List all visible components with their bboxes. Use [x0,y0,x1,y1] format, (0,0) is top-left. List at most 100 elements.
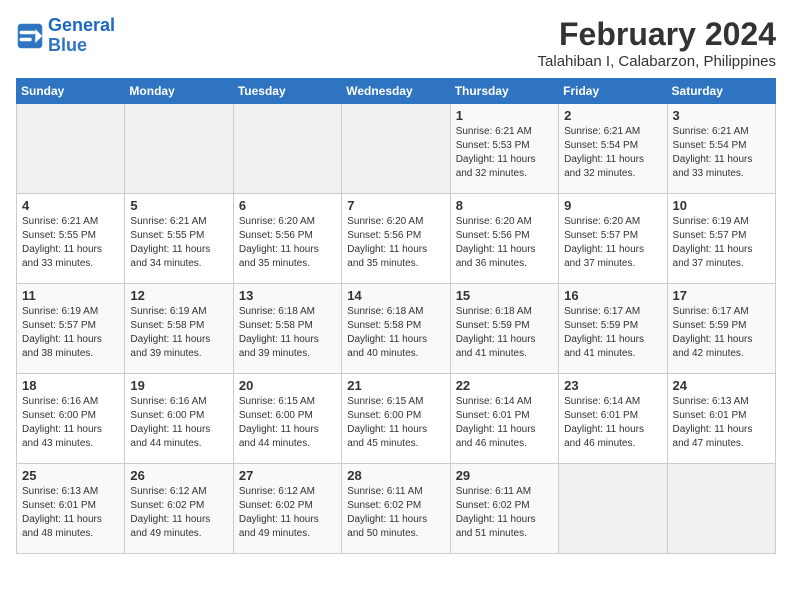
weekday-header-wednesday: Wednesday [342,79,450,104]
page-header: General Blue February 2024 Talahiban I, … [16,16,776,70]
day-number: 26 [130,468,227,483]
week-row-3: 11 Sunrise: 6:19 AM Sunset: 5:57 PM Dayli… [17,284,776,374]
weekday-header-row: SundayMondayTuesdayWednesdayThursdayFrid… [17,79,776,104]
cell-info: Sunrise: 6:21 AM Sunset: 5:55 PM Dayligh… [22,215,119,271]
cell-info: Sunrise: 6:21 AM Sunset: 5:54 PM Dayligh… [564,125,661,181]
cell-info: Sunrise: 6:20 AM Sunset: 5:56 PM Dayligh… [456,215,553,271]
calendar-cell: 23Sunrise: 6:14 AM Sunset: 6:01 PM Dayli… [559,374,667,464]
calendar-cell [17,104,125,194]
day-number: 15 [456,288,553,303]
calendar-cell: 28 Sunrise: 6:11 AM Sunset: 6:02 PM Dayli… [342,464,450,554]
week-row-4: 18 Sunrise: 6:16 AM Sunset: 6:00 PM Dayli… [17,374,776,464]
cell-info: Sunrise: 6:14 AM Sunset: 6:01 PM Dayligh… [564,395,661,451]
calendar-cell: 24 Sunrise: 6:13 AM Sunset: 6:01 PM Dayli… [667,374,775,464]
cell-info: Sunrise: 6:13 AM Sunset: 6:01 PM Dayligh… [673,395,770,451]
title-block: February 2024 Talahiban I, Calabarzon, P… [538,16,776,70]
week-row-2: 4 Sunrise: 6:21 AM Sunset: 5:55 PM Daylig… [17,194,776,284]
cell-info: Sunrise: 6:19 AM Sunset: 5:58 PM Dayligh… [130,305,227,361]
cell-info: Sunrise: 6:14 AM Sunset: 6:01 PM Dayligh… [456,395,553,451]
cell-info: Sunrise: 6:17 AM Sunset: 5:59 PM Dayligh… [564,305,661,361]
calendar-cell: 25Sunrise: 6:13 AM Sunset: 6:01 PM Dayli… [17,464,125,554]
cell-info: Sunrise: 6:11 AM Sunset: 6:02 PM Dayligh… [347,485,444,541]
week-row-1: 1Sunrise: 6:21 AM Sunset: 5:53 PM Daylig… [17,104,776,194]
cell-info: Sunrise: 6:15 AM Sunset: 6:00 PM Dayligh… [347,395,444,451]
cell-info: Sunrise: 6:12 AM Sunset: 6:02 PM Dayligh… [130,485,227,541]
weekday-header-friday: Friday [559,79,667,104]
day-number: 4 [22,198,119,213]
calendar-cell: 12 Sunrise: 6:19 AM Sunset: 5:58 PM Dayli… [125,284,233,374]
day-number: 18 [22,378,119,393]
calendar-cell: 20 Sunrise: 6:15 AM Sunset: 6:00 PM Dayli… [233,374,341,464]
day-number: 20 [239,378,336,393]
day-number: 17 [673,288,770,303]
calendar-cell: 19 Sunrise: 6:16 AM Sunset: 6:00 PM Dayli… [125,374,233,464]
cell-info: Sunrise: 6:15 AM Sunset: 6:00 PM Dayligh… [239,395,336,451]
calendar-cell: 10Sunrise: 6:19 AM Sunset: 5:57 PM Dayli… [667,194,775,284]
cell-info: Sunrise: 6:19 AM Sunset: 5:57 PM Dayligh… [22,305,119,361]
cell-info: Sunrise: 6:20 AM Sunset: 5:56 PM Dayligh… [239,215,336,271]
calendar-cell: 1Sunrise: 6:21 AM Sunset: 5:53 PM Daylig… [450,104,558,194]
day-number: 3 [673,108,770,123]
calendar-cell: 13Sunrise: 6:18 AM Sunset: 5:58 PM Dayli… [233,284,341,374]
day-number: 21 [347,378,444,393]
day-number: 22 [456,378,553,393]
calendar-cell: 21 Sunrise: 6:15 AM Sunset: 6:00 PM Dayli… [342,374,450,464]
calendar-cell: 16 Sunrise: 6:17 AM Sunset: 5:59 PM Dayli… [559,284,667,374]
cell-info: Sunrise: 6:21 AM Sunset: 5:54 PM Dayligh… [673,125,770,181]
day-number: 16 [564,288,661,303]
day-number: 5 [130,198,227,213]
calendar-cell [559,464,667,554]
calendar-cell: 4 Sunrise: 6:21 AM Sunset: 5:55 PM Daylig… [17,194,125,284]
day-number: 11 [22,288,119,303]
weekday-header-saturday: Saturday [667,79,775,104]
day-number: 24 [673,378,770,393]
day-number: 10 [673,198,770,213]
day-number: 7 [347,198,444,213]
cell-info: Sunrise: 6:16 AM Sunset: 6:00 PM Dayligh… [22,395,119,451]
calendar-cell: 18 Sunrise: 6:16 AM Sunset: 6:00 PM Dayli… [17,374,125,464]
calendar-cell: 11 Sunrise: 6:19 AM Sunset: 5:57 PM Dayli… [17,284,125,374]
calendar-cell: 27Sunrise: 6:12 AM Sunset: 6:02 PM Dayli… [233,464,341,554]
day-number: 12 [130,288,227,303]
day-number: 8 [456,198,553,213]
cell-info: Sunrise: 6:18 AM Sunset: 5:59 PM Dayligh… [456,305,553,361]
calendar-cell [342,104,450,194]
cell-info: Sunrise: 6:21 AM Sunset: 5:55 PM Dayligh… [130,215,227,271]
cell-info: Sunrise: 6:21 AM Sunset: 5:53 PM Dayligh… [456,125,553,181]
calendar-cell: 9Sunrise: 6:20 AM Sunset: 5:57 PM Daylig… [559,194,667,284]
month-year: February 2024 [538,16,776,53]
day-number: 25 [22,468,119,483]
calendar-cell: 14 Sunrise: 6:18 AM Sunset: 5:58 PM Dayli… [342,284,450,374]
cell-info: Sunrise: 6:20 AM Sunset: 5:56 PM Dayligh… [347,215,444,271]
day-number: 9 [564,198,661,213]
calendar-cell: 3 Sunrise: 6:21 AM Sunset: 5:54 PM Daylig… [667,104,775,194]
cell-info: Sunrise: 6:17 AM Sunset: 5:59 PM Dayligh… [673,305,770,361]
calendar-cell: 22 Sunrise: 6:14 AM Sunset: 6:01 PM Dayli… [450,374,558,464]
logo-text: General Blue [48,16,115,56]
logo-icon [16,22,44,50]
cell-info: Sunrise: 6:11 AM Sunset: 6:02 PM Dayligh… [456,485,553,541]
day-number: 14 [347,288,444,303]
calendar-cell: 29Sunrise: 6:11 AM Sunset: 6:02 PM Dayli… [450,464,558,554]
week-row-5: 25Sunrise: 6:13 AM Sunset: 6:01 PM Dayli… [17,464,776,554]
calendar-cell: 17 Sunrise: 6:17 AM Sunset: 5:59 PM Dayli… [667,284,775,374]
day-number: 19 [130,378,227,393]
calendar-cell: 15 Sunrise: 6:18 AM Sunset: 5:59 PM Dayli… [450,284,558,374]
day-number: 2 [564,108,661,123]
day-number: 28 [347,468,444,483]
calendar-cell [667,464,775,554]
cell-info: Sunrise: 6:18 AM Sunset: 5:58 PM Dayligh… [239,305,336,361]
calendar-cell: 7 Sunrise: 6:20 AM Sunset: 5:56 PM Daylig… [342,194,450,284]
weekday-header-sunday: Sunday [17,79,125,104]
calendar-cell [233,104,341,194]
location: Talahiban I, Calabarzon, Philippines [538,53,776,70]
calendar-cell: 8 Sunrise: 6:20 AM Sunset: 5:56 PM Daylig… [450,194,558,284]
calendar-cell: 5 Sunrise: 6:21 AM Sunset: 5:55 PM Daylig… [125,194,233,284]
day-number: 6 [239,198,336,213]
cell-info: Sunrise: 6:16 AM Sunset: 6:00 PM Dayligh… [130,395,227,451]
calendar-cell: 6 Sunrise: 6:20 AM Sunset: 5:56 PM Daylig… [233,194,341,284]
weekday-header-tuesday: Tuesday [233,79,341,104]
cell-info: Sunrise: 6:18 AM Sunset: 5:58 PM Dayligh… [347,305,444,361]
weekday-header-monday: Monday [125,79,233,104]
weekday-header-thursday: Thursday [450,79,558,104]
